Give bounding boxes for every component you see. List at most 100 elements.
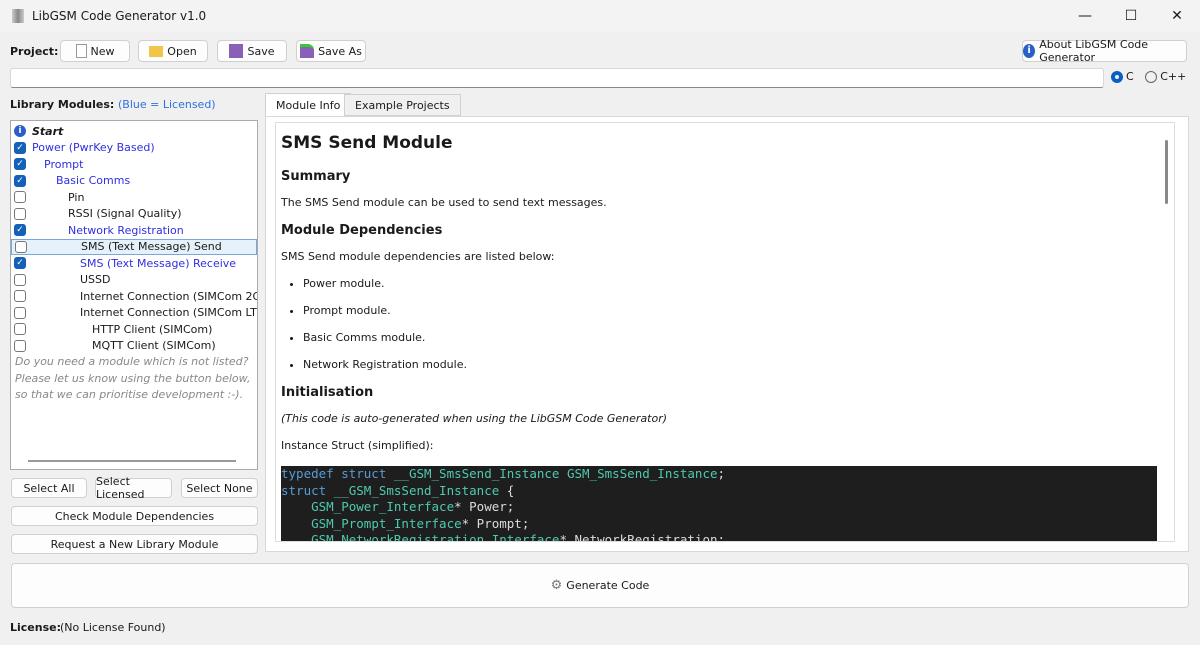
dependency-item: Network Registration module.: [303, 358, 1169, 371]
module-checkbox[interactable]: [15, 240, 27, 253]
module-tree[interactable]: i Start ✓ Power (PwrKey Based) ✓ Prompt ✓ Basic…: [10, 120, 258, 470]
initialisation-heading: Initialisation: [281, 385, 374, 400]
open-label: Open: [167, 44, 197, 58]
horizontal-scrollbar[interactable]: [28, 460, 236, 462]
module-checkbox[interactable]: ✓: [14, 224, 26, 237]
module-item[interactable]: ✓ SMS (Text Message) Receive: [11, 255, 257, 272]
dependency-item: Prompt module.: [303, 304, 1169, 317]
vertical-scrollbar[interactable]: [1165, 140, 1168, 204]
module-item[interactable]: HTTP Client (SIMCom): [11, 321, 257, 338]
module-label: SMS (Text Message) Receive: [80, 256, 237, 270]
close-button[interactable]: ✕: [1154, 0, 1200, 32]
radio-c[interactable]: C: [1111, 70, 1134, 83]
code-token: typedef struct: [281, 466, 394, 481]
project-label: Project:: [10, 45, 59, 58]
new-label: New: [90, 44, 115, 58]
request-module-button[interactable]: Request a New Library Module: [11, 534, 258, 554]
select-licensed-button[interactable]: Select Licensed: [95, 475, 172, 501]
generate-label: Generate Code: [566, 579, 650, 592]
module-label: MQTT Client (SIMCom): [92, 339, 216, 353]
module-item[interactable]: SMS (Text Message) Send: [11, 238, 257, 255]
dependency-item: Power module.: [303, 277, 1169, 290]
dependencies-intro: SMS Send module dependencies are listed …: [281, 250, 555, 263]
code-token: * Power;: [454, 499, 515, 514]
new-button[interactable]: New: [60, 40, 130, 62]
generate-code-button[interactable]: ⚙ Generate Code: [11, 563, 1189, 608]
module-label: Basic Comms: [56, 174, 131, 188]
module-checkbox[interactable]: ✓: [14, 158, 26, 171]
module-label: Network Registration: [68, 223, 184, 237]
code-block: typedef struct __GSM_SmsSend_Instance GS…: [281, 466, 1157, 542]
save-label: Save: [247, 44, 275, 58]
code-token: GSM_Prompt_Interface: [311, 515, 462, 531]
gear-icon: ⚙: [550, 578, 563, 593]
save-button[interactable]: Save: [217, 40, 287, 62]
app-icon: [12, 9, 24, 23]
radio-c-label: C: [1126, 70, 1134, 83]
save-as-label: Save As: [318, 44, 362, 58]
module-checkbox[interactable]: ✓: [14, 141, 26, 154]
missing-module-hint: Do you need a module which is not listed…: [15, 355, 249, 368]
module-item[interactable]: Pin: [11, 189, 257, 206]
save-as-button[interactable]: Save As: [296, 40, 366, 62]
module-item[interactable]: USSD: [11, 272, 257, 289]
project-path-input[interactable]: [10, 68, 1104, 88]
module-label: RSSI (Signal Quality): [68, 207, 182, 221]
code-line: GSM_NetworkRegistration_Interface* Netwo…: [281, 532, 1157, 542]
module-item[interactable]: RSSI (Signal Quality): [11, 206, 257, 223]
select-none-button[interactable]: Select None: [181, 478, 258, 498]
code-token: * Prompt;: [461, 515, 530, 531]
licensed-legend: (Blue = Licensed): [118, 98, 216, 111]
module-item[interactable]: Internet Connection (SIMCom 2G): [11, 288, 257, 305]
tab-example-projects[interactable]: Example Projects: [344, 94, 461, 116]
minimize-button[interactable]: —: [1062, 0, 1108, 32]
module-item[interactable]: MQTT Client (SIMCom): [11, 338, 257, 355]
module-item[interactable]: Internet Connection (SIMCom LTE): [11, 305, 257, 322]
open-button[interactable]: Open: [138, 40, 208, 62]
tab-module-info[interactable]: Module Info: [265, 93, 352, 117]
module-checkbox[interactable]: [14, 207, 26, 220]
license-label: License:: [10, 621, 61, 634]
module-label: Internet Connection (SIMCom 2G): [80, 289, 258, 303]
code-token: GSM_NetworkRegistration_Interface: [311, 532, 560, 542]
module-checkbox[interactable]: [14, 339, 26, 352]
instance-label: Instance Struct (simplified):: [281, 439, 434, 452]
title-bar: LibGSM Code Generator v1.0 — ☐ ✕: [0, 0, 1200, 32]
info-icon: i: [14, 125, 26, 138]
module-checkbox[interactable]: ✓: [14, 174, 26, 187]
about-button[interactable]: i About LibGSM Code Generator: [1022, 38, 1187, 64]
maximize-button[interactable]: ☐: [1108, 0, 1154, 32]
window-title: LibGSM Code Generator v1.0: [32, 9, 207, 23]
module-checkbox[interactable]: [14, 191, 26, 204]
info-icon: i: [1023, 44, 1036, 58]
module-label: SMS (Text Message) Send: [81, 240, 222, 254]
code-token: {: [506, 482, 515, 498]
module-checkbox[interactable]: [14, 306, 26, 319]
module-label: HTTP Client (SIMCom): [92, 322, 213, 336]
module-item[interactable]: i Start: [11, 123, 257, 140]
module-checkbox[interactable]: [14, 323, 26, 336]
module-checkbox[interactable]: [14, 290, 26, 303]
code-token: GSM_Power_Interface: [311, 499, 455, 514]
code-line: GSM_Power_Interface* Power;: [281, 499, 1157, 516]
select-all-button[interactable]: Select All: [11, 478, 87, 498]
check-dependencies-button[interactable]: Check Module Dependencies: [11, 506, 258, 526]
folder-icon: [149, 45, 164, 57]
module-checkbox[interactable]: ✓: [14, 257, 26, 270]
module-item[interactable]: ✓ Power (PwrKey Based): [11, 140, 257, 157]
module-item[interactable]: ✓ Basic Comms: [11, 173, 257, 190]
module-item[interactable]: ✓ Prompt: [11, 156, 257, 173]
module-label: Internet Connection (SIMCom LTE): [80, 306, 258, 320]
code-line: typedef struct __GSM_SmsSend_Instance GS…: [281, 466, 1157, 483]
module-checkbox[interactable]: [14, 273, 26, 286]
radio-cpp[interactable]: C++: [1145, 70, 1186, 83]
summary-heading: Summary: [281, 169, 351, 184]
module-title: SMS Send Module: [281, 133, 453, 153]
module-item[interactable]: ✓ Network Registration: [11, 222, 257, 239]
dependencies-heading: Module Dependencies: [281, 223, 443, 238]
code-token: __GSM_SmsSend_Instance: [333, 482, 507, 498]
floppy-icon: [229, 44, 244, 58]
init-note: (This code is auto-generated when using …: [281, 412, 668, 425]
